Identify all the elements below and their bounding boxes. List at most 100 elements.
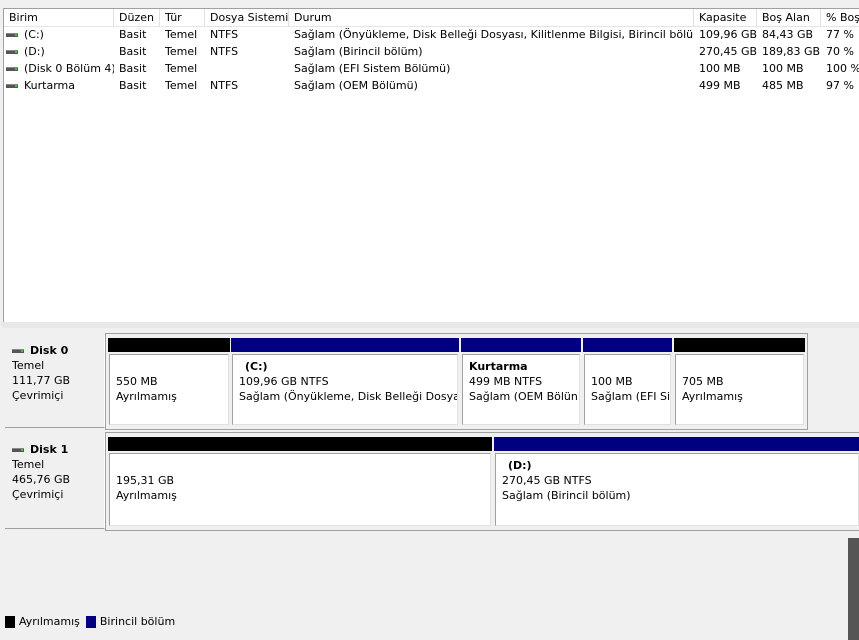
disk-status: Çevrimiçi xyxy=(12,389,64,402)
cell-bos-alan: 189,83 GB xyxy=(757,44,821,61)
column-header-durum[interactable]: Durum xyxy=(289,9,694,27)
cell-duzen: Basit xyxy=(114,61,160,78)
disk-name: Disk 1 xyxy=(12,442,97,457)
volume-list[interactable]: Birim Düzen Tür Dosya Sistemi Durum Kapasite B… xyxy=(3,8,859,322)
disk-size: 111,77 GB xyxy=(12,374,71,387)
overlay-window-edge xyxy=(848,538,859,640)
partition-size: 270,45 GB NTFS xyxy=(502,474,592,487)
cell-text: Temel xyxy=(165,79,198,92)
partition-size: 195,31 GB xyxy=(116,474,175,487)
partition-box: 705 MB Ayrılmamış xyxy=(675,354,804,425)
cell-text: NTFS xyxy=(210,45,239,58)
partition-type-bar xyxy=(494,437,859,451)
column-header-dosya-sistemi[interactable]: Dosya Sistemi xyxy=(205,9,289,27)
column-header-tur[interactable]: Tür xyxy=(160,9,205,27)
partition-status: Sağlam (Önyükleme, Disk Belleği Dosyas xyxy=(239,390,458,403)
cell-kapasite: 270,45 GB xyxy=(694,44,757,61)
cell-yuzde-bos: 100 % xyxy=(821,61,859,78)
cell-text: Temel xyxy=(165,45,198,58)
disk-type: Temel xyxy=(12,458,45,471)
disk-label-1[interactable]: Disk 1 Temel 465,76 GB Çevrimiçi xyxy=(5,434,105,529)
cell-tur: Temel xyxy=(160,78,205,95)
cell-text: Basit xyxy=(119,62,147,75)
cell-dosya-sistemi: NTFS xyxy=(205,27,289,44)
partition-status: Ayrılmamış xyxy=(682,390,743,403)
cell-yuzde-bos: 97 % xyxy=(821,78,859,95)
disk-label-0[interactable]: Disk 0 Temel 111,77 GB Çevrimiçi xyxy=(5,335,105,428)
cell-text: NTFS xyxy=(210,79,239,92)
cell-text: 100 % xyxy=(826,62,859,75)
partition-primary[interactable]: 100 MB Sağlam (EFI Si: xyxy=(583,338,672,427)
column-header-duzen[interactable]: Düzen xyxy=(114,9,160,27)
disk-name: Disk 0 xyxy=(12,343,97,358)
cell-durum: Sağlam (OEM Bölümü) xyxy=(289,78,694,95)
table-row[interactable]: (D:) Basit Temel NTFS Sağlam (Birincil bölüm… xyxy=(4,44,859,61)
partition-type-bar xyxy=(583,338,672,352)
column-header-yuzde-bos[interactable]: % Boş xyxy=(821,9,859,27)
cell-text: Kurtarma xyxy=(24,79,75,92)
partition-size: 109,96 GB NTFS xyxy=(239,375,329,388)
cell-text: 84,43 GB xyxy=(762,28,814,41)
partition-unallocated[interactable]: 550 MB Ayrılmamış xyxy=(108,338,230,427)
cell-text: (Disk 0 Bölüm 4) xyxy=(24,62,114,75)
column-header-bos-alan[interactable]: Boş Alan xyxy=(757,9,821,27)
cell-bos-alan: 100 MB xyxy=(757,61,821,78)
cell-text: Basit xyxy=(119,28,147,41)
cell-text: (D:) xyxy=(24,45,45,58)
cell-kapasite: 109,96 GB xyxy=(694,27,757,44)
column-header-birim[interactable]: Birim xyxy=(4,9,114,27)
partition-type-bar xyxy=(231,338,459,352)
cell-bos-alan: 84,43 GB xyxy=(757,27,821,44)
cell-text: 499 MB xyxy=(699,79,741,92)
partition-kurtarma[interactable]: Kurtarma 499 MB NTFS Sağlam (OEM Bölün xyxy=(461,338,581,427)
drive-icon xyxy=(6,84,18,88)
cell-text: 189,83 GB xyxy=(762,45,821,58)
partition-title xyxy=(682,359,797,374)
cell-text: Sağlam (Önyükleme, Disk Belleği Dosyası,… xyxy=(294,28,694,41)
cell-text: 100 MB xyxy=(762,62,804,75)
table-row[interactable]: (C:) Basit Temel NTFS Sağlam (Önyükleme, Dis… xyxy=(4,27,859,44)
partition-unallocated[interactable]: 705 MB Ayrılmamış xyxy=(674,338,805,427)
cell-yuzde-bos: 77 % xyxy=(821,27,859,44)
cell-duzen: Basit xyxy=(114,27,160,44)
disk-type: Temel xyxy=(12,359,45,372)
cell-durum: Sağlam (Önyükleme, Disk Belleği Dosyası,… xyxy=(289,27,694,44)
drive-icon xyxy=(6,67,18,71)
disk-icon xyxy=(12,448,24,452)
partition-status: Sağlam (OEM Bölün xyxy=(469,390,578,403)
legend-primary: Birincil bölüm xyxy=(85,615,175,628)
cell-text: Sağlam (Birincil bölüm) xyxy=(294,45,423,58)
cell-tur: Temel xyxy=(160,61,205,78)
legend: Ayrılmamış Birincil bölüm xyxy=(5,615,175,628)
cell-birim: (C:) xyxy=(4,27,114,44)
disk-icon xyxy=(12,349,24,353)
cell-birim: (Disk 0 Bölüm 4) xyxy=(4,61,114,78)
cell-dosya-sistemi xyxy=(205,61,289,78)
legend-unallocated: Ayrılmamış xyxy=(5,615,80,628)
cell-text: 109,96 GB xyxy=(699,28,757,41)
drive-icon xyxy=(6,50,18,54)
partition-title xyxy=(116,359,222,374)
cell-text: (C:) xyxy=(24,28,44,41)
cell-durum: Sağlam (Birincil bölüm) xyxy=(289,44,694,61)
cell-text: 77 % xyxy=(826,28,854,41)
partition-box: Kurtarma 499 MB NTFS Sağlam (OEM Bölün xyxy=(462,354,580,425)
cell-text: NTFS xyxy=(210,28,239,41)
partition-title: (C:) xyxy=(245,360,268,373)
partition-status: Sağlam (EFI Si: xyxy=(591,390,671,403)
partition-d[interactable]: (D:) 270,45 GB NTFS Sağlam (Birincil bölüm… xyxy=(494,437,859,528)
table-row[interactable]: (Disk 0 Bölüm 4) Basit Temel Sağlam (EFI Si… xyxy=(4,61,859,78)
cell-dosya-sistemi: NTFS xyxy=(205,78,289,95)
partition-c[interactable]: (C:) 109,96 GB NTFS Sağlam (Önyükleme, Dis… xyxy=(231,338,459,427)
partition-unallocated[interactable]: 195,31 GB Ayrılmamış xyxy=(108,437,492,528)
column-header-kapasite[interactable]: Kapasite xyxy=(694,9,757,27)
partition-size: 499 MB NTFS xyxy=(469,375,543,388)
partition-title xyxy=(591,359,664,374)
cell-tur: Temel xyxy=(160,27,205,44)
partition-box: 195,31 GB Ayrılmamış xyxy=(109,453,491,526)
table-row[interactable]: Kurtarma Basit Temel NTFS Sağlam (OEM Bölümü… xyxy=(4,78,859,95)
unallocated-swatch xyxy=(5,616,15,628)
disk-partitions-0: 550 MB Ayrılmamış (C:) 109,96 GB NTFS Sağlam… xyxy=(105,333,808,430)
cell-birim: (D:) xyxy=(4,44,114,61)
partition-box: (C:) 109,96 GB NTFS Sağlam (Önyükleme, Dis… xyxy=(232,354,458,425)
